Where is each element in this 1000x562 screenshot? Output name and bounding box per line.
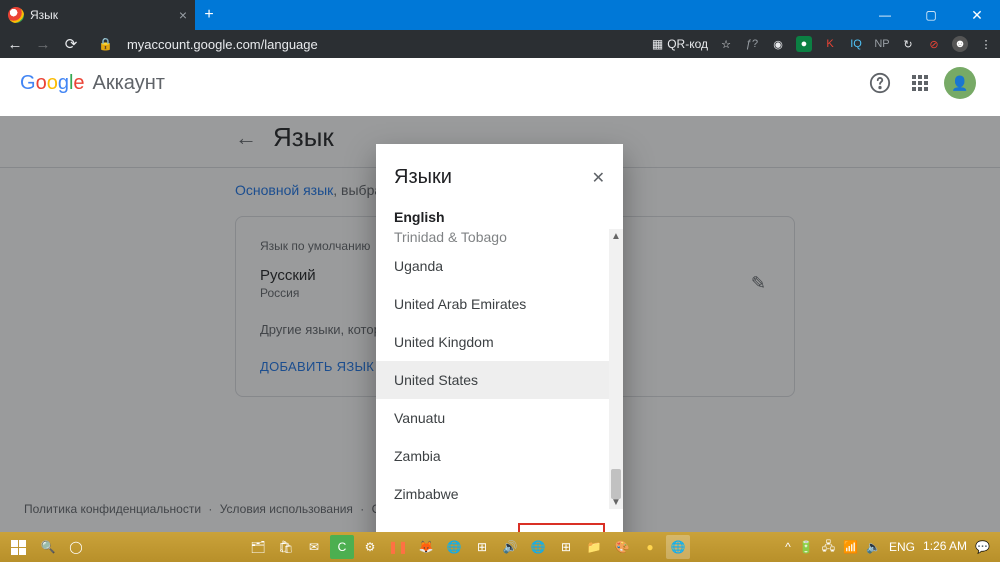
nav-forward-icon[interactable]: → bbox=[34, 36, 52, 53]
tray-volume-icon[interactable]: 🔈 bbox=[866, 540, 881, 554]
language-dialog: Языки ✕ English Trinidad & TobagoUgandaU… bbox=[376, 144, 623, 562]
country-option[interactable]: United States bbox=[376, 361, 609, 399]
system-tray: ^ 🔋 🖧 📶 🔈 ENG 1:26 AM 💬 bbox=[785, 537, 996, 558]
account-header: Google Аккаунт 👤 bbox=[0, 58, 1000, 108]
window-titlebar: Язык × + — ▢ ✕ bbox=[0, 0, 1000, 30]
qr-extension[interactable]: ▦ QR-код bbox=[652, 37, 708, 51]
ext-icon-3[interactable]: ● bbox=[796, 36, 812, 52]
ext-icon-4[interactable]: K bbox=[822, 36, 838, 52]
country-option[interactable]: United Arab Emirates bbox=[376, 285, 609, 323]
taskbar-app-3[interactable]: ✉ bbox=[302, 535, 326, 559]
toolbar-right: ▦ QR-код ☆ ƒ? ◉ ● K IQ NP ↻ ⊘ ☻ ⋮ bbox=[652, 36, 994, 52]
taskbar-app-9[interactable]: ⊞ bbox=[470, 535, 494, 559]
nav-reload-icon[interactable]: ⟳ bbox=[62, 35, 80, 53]
taskbar-app-10[interactable]: 🔊 bbox=[498, 535, 522, 559]
tray-network-icon[interactable]: 🖧 bbox=[822, 537, 835, 558]
tray-language[interactable]: ENG bbox=[889, 540, 915, 554]
country-option[interactable]: Vanuatu bbox=[376, 399, 609, 437]
bookmark-star-icon[interactable]: ☆ bbox=[718, 36, 734, 52]
country-option[interactable]: Uganda bbox=[376, 247, 609, 285]
apps-grid-icon[interactable] bbox=[900, 63, 940, 103]
taskbar-app-15[interactable]: ● bbox=[638, 535, 662, 559]
taskbar-app-5[interactable]: ⚙ bbox=[358, 535, 382, 559]
window-maximize-button[interactable]: ▢ bbox=[908, 0, 954, 30]
windows-taskbar: 🔍 ◯ 🗂 🛍 ✉ C ⚙ ❚❚ 🦊 🌐 ⊞ 🔊 🌐 ⊞ 📁 🎨 ● 🌐 ^ 🔋… bbox=[0, 532, 1000, 562]
lock-icon: 🔒 bbox=[98, 37, 113, 51]
tray-notifications-icon[interactable]: 💬 bbox=[975, 540, 990, 554]
ext-icon-1[interactable]: ƒ? bbox=[744, 36, 760, 52]
country-option[interactable]: United Kingdom bbox=[376, 323, 609, 361]
dialog-country-list: Trinidad & TobagoUgandaUnited Arab Emira… bbox=[376, 229, 623, 509]
start-button[interactable] bbox=[4, 536, 32, 558]
dialog-selected-language: English bbox=[376, 195, 623, 225]
dialog-title: Языки bbox=[394, 166, 592, 189]
taskbar-app-8[interactable]: 🌐 bbox=[442, 535, 466, 559]
taskbar-app-12[interactable]: ⊞ bbox=[554, 535, 578, 559]
taskbar-app-13[interactable]: 📁 bbox=[582, 535, 606, 559]
ext-icon-5[interactable]: IQ bbox=[848, 36, 864, 52]
taskbar-app-6[interactable]: ❚❚ bbox=[386, 535, 410, 559]
profile-avatar-icon[interactable]: ☻ bbox=[952, 36, 968, 52]
dialog-scrollbar[interactable]: ▲ ▼ bbox=[609, 229, 623, 509]
dialog-close-icon[interactable]: ✕ bbox=[592, 168, 605, 188]
country-option[interactable]: Zambia bbox=[376, 437, 609, 475]
scroll-down-icon[interactable]: ▼ bbox=[609, 495, 623, 509]
google-logo[interactable]: Google Аккаунт bbox=[20, 72, 165, 95]
taskbar-app-14[interactable]: 🎨 bbox=[610, 535, 634, 559]
cortana-icon[interactable]: ◯ bbox=[64, 535, 88, 559]
taskbar-app-1[interactable]: 🗂 bbox=[246, 535, 270, 559]
account-avatar[interactable]: 👤 bbox=[940, 63, 980, 103]
taskbar-app-7[interactable]: 🦊 bbox=[414, 535, 438, 559]
search-icon[interactable]: 🔍 bbox=[36, 535, 60, 559]
address-url[interactable]: myaccount.google.com/language bbox=[127, 37, 318, 52]
tray-battery-icon[interactable]: 🔋 bbox=[799, 540, 814, 554]
browser-tab[interactable]: Язык × bbox=[0, 0, 195, 30]
account-label: Аккаунт bbox=[93, 72, 165, 95]
taskbar-chrome-active[interactable]: 🌐 bbox=[666, 535, 690, 559]
help-icon[interactable] bbox=[860, 63, 900, 103]
tab-favicon bbox=[8, 7, 24, 23]
browser-toolbar: ← → ⟳ 🔒 myaccount.google.com/language ▦ … bbox=[0, 30, 1000, 58]
taskbar-app-11[interactable]: 🌐 bbox=[526, 535, 550, 559]
nav-back-icon[interactable]: ← bbox=[6, 36, 24, 53]
window-minimize-button[interactable]: — bbox=[862, 0, 908, 30]
ext-icon-7[interactable]: ↻ bbox=[900, 36, 916, 52]
taskbar-app-2[interactable]: 🛍 bbox=[274, 535, 298, 559]
tab-close-icon[interactable]: × bbox=[179, 7, 187, 23]
ext-icon-8[interactable]: ⊘ bbox=[926, 36, 942, 52]
tray-chevron-icon[interactable]: ^ bbox=[785, 540, 791, 554]
country-option[interactable]: Trinidad & Tobago bbox=[376, 229, 609, 247]
tray-wifi-icon[interactable]: 📶 bbox=[843, 540, 858, 554]
tab-title: Язык bbox=[30, 8, 58, 22]
scroll-up-icon[interactable]: ▲ bbox=[609, 229, 623, 243]
taskbar-app-4[interactable]: C bbox=[330, 535, 354, 559]
ext-icon-2[interactable]: ◉ bbox=[770, 36, 786, 52]
country-option[interactable]: Zimbabwe bbox=[376, 475, 609, 509]
new-tab-button[interactable]: + bbox=[195, 0, 223, 30]
window-close-button[interactable]: ✕ bbox=[954, 0, 1000, 30]
browser-menu-icon[interactable]: ⋮ bbox=[978, 36, 994, 52]
page-viewport: Google Аккаунт 👤 ← Язык Основной язык, в… bbox=[0, 58, 1000, 562]
tray-clock[interactable]: 1:26 AM bbox=[923, 540, 967, 553]
ext-icon-6[interactable]: NP bbox=[874, 36, 890, 52]
